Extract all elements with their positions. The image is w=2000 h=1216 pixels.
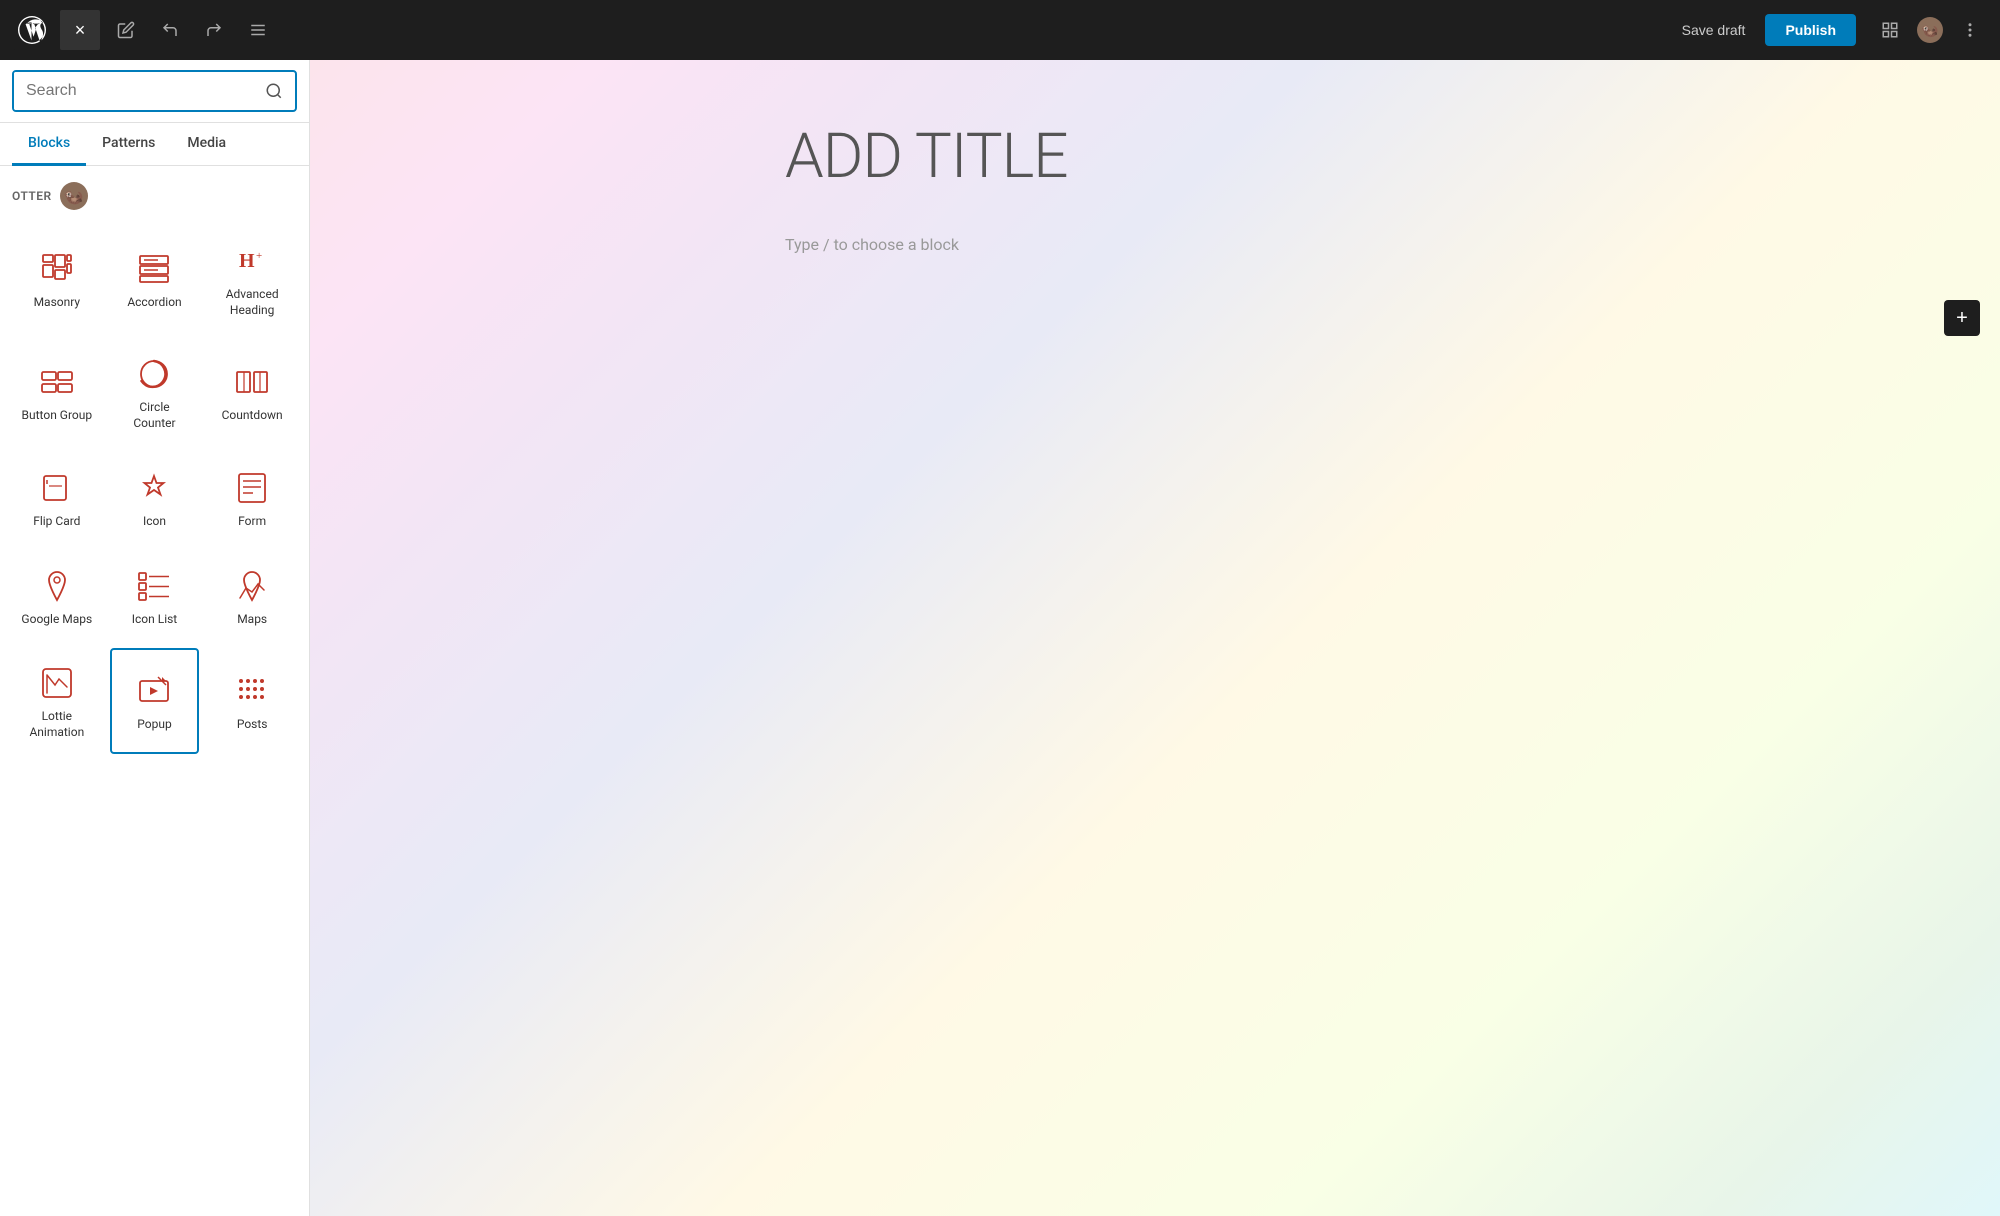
pencil-icon xyxy=(117,21,135,39)
tab-bar: Blocks Patterns Media xyxy=(0,123,309,166)
undo-button[interactable] xyxy=(152,12,188,48)
svg-text:H: H xyxy=(239,250,255,272)
wp-logo-svg xyxy=(18,16,46,44)
search-wrapper xyxy=(12,70,297,112)
search-icon xyxy=(265,82,283,100)
block-item-advanced-heading[interactable]: H + Advanced Heading xyxy=(207,226,297,331)
form-label: Form xyxy=(238,514,266,530)
advanced-heading-label: Advanced Heading xyxy=(216,287,288,318)
search-input[interactable] xyxy=(14,72,253,110)
block-item-accordion[interactable]: Accordion xyxy=(110,226,200,331)
wp-logo xyxy=(12,10,52,50)
block-item-maps[interactable]: Maps xyxy=(207,550,297,640)
tab-patterns[interactable]: Patterns xyxy=(86,123,171,166)
publish-button[interactable]: Publish xyxy=(1765,14,1856,46)
countdown-label: Countdown xyxy=(222,408,283,424)
form-icon xyxy=(234,470,270,506)
profile-button[interactable]: 🦦 xyxy=(1912,12,1948,48)
accordion-icon xyxy=(136,251,172,287)
accordion-label: Accordion xyxy=(127,295,181,311)
otter-avatar: 🦦 xyxy=(60,182,88,210)
list-icon xyxy=(249,21,267,39)
masonry-label: Masonry xyxy=(34,295,81,311)
flip-card-icon xyxy=(39,470,75,506)
save-draft-button[interactable]: Save draft xyxy=(1670,14,1758,46)
block-item-button-group[interactable]: Button Group xyxy=(12,339,102,444)
icon-label: Icon xyxy=(143,514,166,530)
undo-icon xyxy=(161,21,179,39)
block-item-popup[interactable]: Popup xyxy=(110,648,200,753)
edit-icon-button[interactable] xyxy=(108,12,144,48)
settings-button[interactable] xyxy=(1872,12,1908,48)
more-options-button[interactable] xyxy=(1952,12,1988,48)
google-maps-label: Google Maps xyxy=(21,612,92,628)
blocks-container: OTTER 🦦 Masonry xyxy=(0,166,309,1216)
avatar: 🦦 xyxy=(1917,17,1943,43)
maps-label: Maps xyxy=(237,612,267,628)
section-label: OTTER xyxy=(12,189,52,203)
block-item-countdown[interactable]: Countdown xyxy=(207,339,297,444)
icon-list-label: Icon List xyxy=(132,612,178,628)
flip-card-label: Flip Card xyxy=(33,514,80,530)
circle-counter-icon xyxy=(136,356,172,392)
topbar-right-icons: 🦦 xyxy=(1872,12,1988,48)
maps-icon xyxy=(234,568,270,604)
icon-list-icon xyxy=(136,568,172,604)
block-placeholder[interactable]: Type / to choose a block xyxy=(785,223,1525,266)
document-overview-button[interactable] xyxy=(240,12,276,48)
lottie-animation-icon xyxy=(39,665,75,701)
block-item-google-maps[interactable]: Google Maps xyxy=(12,550,102,640)
block-item-icon[interactable]: Icon xyxy=(110,452,200,542)
redo-button[interactable] xyxy=(196,12,232,48)
advanced-heading-icon: H + xyxy=(234,243,270,279)
countdown-icon xyxy=(234,364,270,400)
popup-icon xyxy=(136,673,172,709)
masonry-icon xyxy=(39,251,75,287)
google-maps-icon xyxy=(39,568,75,604)
posts-label: Posts xyxy=(237,717,268,733)
lottie-animation-label: Lottie Animation xyxy=(21,709,93,740)
search-button[interactable] xyxy=(253,74,295,108)
canvas-area: ADD TITLE Type / to choose a block + xyxy=(310,60,2000,1216)
canvas-inner: ADD TITLE Type / to choose a block xyxy=(705,60,1605,326)
block-item-icon-list[interactable]: Icon List xyxy=(110,550,200,640)
icon-block-icon xyxy=(136,470,172,506)
page-title[interactable]: ADD TITLE xyxy=(785,120,1525,193)
block-item-circle-counter[interactable]: Circle Counter xyxy=(110,339,200,444)
popup-label: Popup xyxy=(137,717,171,733)
close-button[interactable]: × xyxy=(60,10,100,50)
button-group-icon xyxy=(39,364,75,400)
posts-icon xyxy=(234,673,270,709)
block-item-posts[interactable]: Posts xyxy=(207,648,297,753)
block-item-lottie-animation[interactable]: Lottie Animation xyxy=(12,648,102,753)
search-area xyxy=(0,60,309,123)
sidebar: Blocks Patterns Media OTTER 🦦 xyxy=(0,60,310,1216)
block-item-masonry[interactable]: Masonry xyxy=(12,226,102,331)
tab-blocks[interactable]: Blocks xyxy=(12,123,86,166)
more-vertical-icon xyxy=(1961,21,1979,39)
button-group-label: Button Group xyxy=(22,408,93,424)
block-item-form[interactable]: Form xyxy=(207,452,297,542)
svg-text:+: + xyxy=(256,250,262,262)
main-layout: Blocks Patterns Media OTTER 🦦 xyxy=(0,60,2000,1216)
redo-icon xyxy=(205,21,223,39)
add-block-button[interactable]: + xyxy=(1944,300,1980,336)
topbar: × Save draft Publish 🦦 xyxy=(0,0,2000,60)
block-item-flip-card[interactable]: Flip Card xyxy=(12,452,102,542)
circle-counter-label: Circle Counter xyxy=(119,400,191,431)
settings-panel-icon xyxy=(1881,21,1899,39)
blocks-grid: Masonry Accordion H xyxy=(12,226,297,754)
section-header: OTTER 🦦 xyxy=(12,182,297,210)
tab-media[interactable]: Media xyxy=(171,123,242,166)
